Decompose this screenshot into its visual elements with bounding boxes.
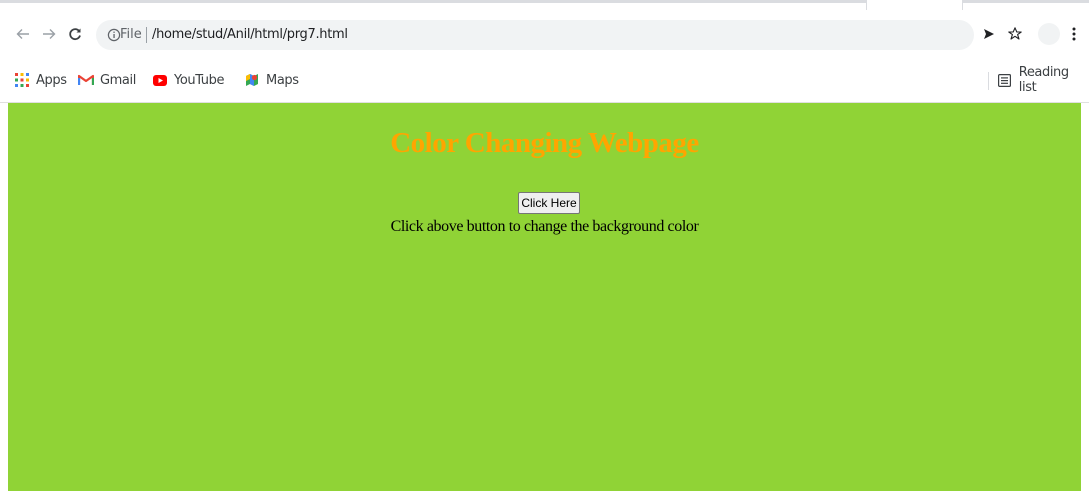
tab-active[interactable]: [866, 0, 963, 10]
page-viewport: Color Changing Webpage Click Here Click …: [8, 103, 1081, 491]
reading-list-label: Reading list: [1018, 65, 1069, 95]
bookmark-gmail[interactable]: Gmail: [78, 70, 136, 90]
star-icon: [1008, 27, 1022, 40]
bookmarks-bar: Apps Gmail YouTube Maps Reading list: [0, 58, 1089, 103]
reload-icon: [69, 28, 81, 41]
youtube-icon: [152, 72, 168, 88]
reading-list-icon: [997, 72, 1013, 88]
profile-avatar[interactable]: [1038, 23, 1060, 45]
maps-icon: [244, 72, 260, 88]
send-to-devices-button[interactable]: [978, 23, 1000, 45]
send-icon: [984, 29, 994, 39]
browser-window: File /home/stud/Anil/html/prg7.html Apps: [0, 0, 1089, 491]
reading-list-button[interactable]: Reading list: [997, 65, 1089, 95]
bookmark-label: Apps: [36, 72, 67, 88]
arrow-left-icon: [16, 29, 29, 39]
gmail-icon: [78, 72, 94, 88]
page-title: Color Changing Webpage: [390, 127, 699, 159]
more-vert-icon: [1072, 27, 1076, 41]
arrow-right-icon: [43, 29, 56, 39]
bookmark-label: YouTube: [174, 72, 225, 88]
apps-grid-icon: [14, 72, 30, 88]
url-text[interactable]: /home/stud/Anil/html/prg7.html: [152, 25, 348, 45]
browser-toolbar: File /home/stud/Anil/html/prg7.html: [0, 10, 1089, 58]
menu-button[interactable]: [1063, 23, 1085, 45]
bookmark-maps[interactable]: Maps: [244, 70, 299, 90]
bookmark-apps[interactable]: Apps: [14, 70, 67, 90]
change-color-button[interactable]: Click Here: [518, 192, 580, 214]
address-bar[interactable]: File /home/stud/Anil/html/prg7.html: [96, 20, 974, 50]
url-separator: [146, 27, 147, 43]
back-button[interactable]: [12, 23, 34, 45]
reload-button[interactable]: [64, 23, 86, 45]
bookmark-youtube[interactable]: YouTube: [152, 70, 224, 90]
bookmarks-separator: [988, 72, 989, 90]
bookmark-star-button[interactable]: [1004, 23, 1026, 45]
instruction-text: Click above button to change the backgro…: [390, 218, 699, 235]
bookmark-label: Gmail: [100, 72, 136, 88]
url-scheme-label: File: [120, 27, 142, 42]
tab-strip: [0, 0, 1089, 10]
bookmark-label: Maps: [266, 72, 299, 88]
forward-button[interactable]: [38, 23, 60, 45]
